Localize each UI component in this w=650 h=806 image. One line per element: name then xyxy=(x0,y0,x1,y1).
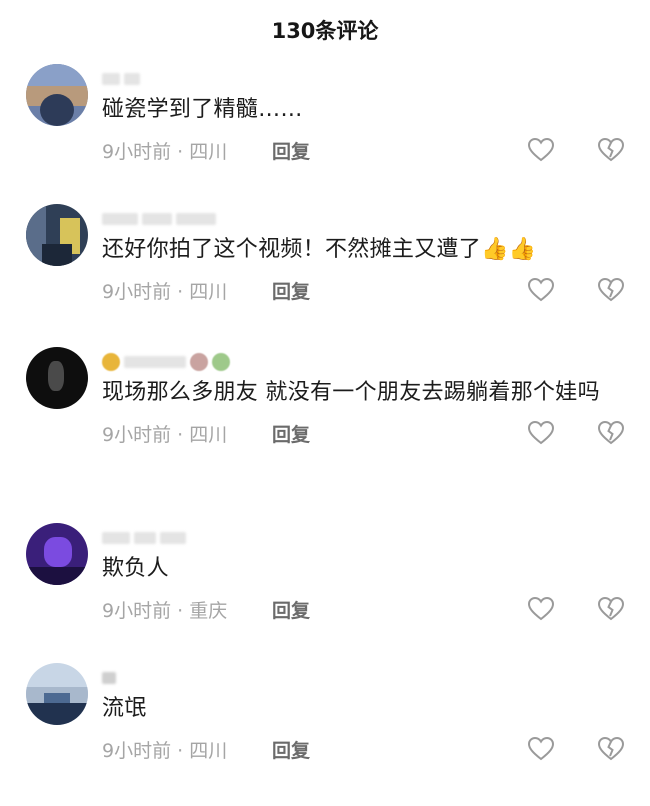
avatar[interactable] xyxy=(26,204,88,266)
reply-button[interactable]: 回复 xyxy=(272,596,310,623)
comment-text: 流氓 xyxy=(102,696,147,721)
dislike-broken-heart-icon[interactable] xyxy=(598,278,624,302)
comment-meta: 9小时前 · 重庆 回复 xyxy=(102,589,626,629)
avatar[interactable] xyxy=(26,663,88,725)
comment-count-title: 130条评论 xyxy=(271,19,379,43)
comment-text: 欺负人 xyxy=(102,556,169,581)
reply-button[interactable]: 回复 xyxy=(272,137,310,164)
username-blurred[interactable] xyxy=(102,62,626,90)
username-blurred[interactable] xyxy=(102,521,626,549)
dislike-broken-heart-icon[interactable] xyxy=(598,737,624,761)
dislike-broken-heart-icon[interactable] xyxy=(598,138,624,162)
avatar[interactable] xyxy=(26,347,88,409)
comment-time-location: 9小时前 · 四川 xyxy=(102,423,228,446)
like-heart-icon[interactable] xyxy=(528,597,554,621)
like-heart-icon[interactable] xyxy=(528,138,554,162)
username-blurred[interactable] xyxy=(102,345,626,373)
like-heart-icon[interactable] xyxy=(528,737,554,761)
dislike-broken-heart-icon[interactable] xyxy=(598,421,624,445)
comment-item: 碰瓷学到了精髓…… 9小时前 · 四川 回复 xyxy=(0,62,650,202)
username-blurred[interactable] xyxy=(102,202,626,230)
comment-time-location: 9小时前 · 四川 xyxy=(102,140,228,163)
comment-text: 现场那么多朋友 就没有一个朋友去踢躺着那个娃吗 xyxy=(102,380,600,405)
comment-meta: 9小时前 · 四川 回复 xyxy=(102,130,626,170)
avatar[interactable] xyxy=(26,523,88,585)
comment-meta: 9小时前 · 四川 回复 xyxy=(102,729,626,769)
comment-time-location: 9小时前 · 四川 xyxy=(102,739,228,762)
comments-header: 130条评论 xyxy=(0,0,650,62)
like-heart-icon[interactable] xyxy=(528,421,554,445)
avatar[interactable] xyxy=(26,64,88,126)
comment-time-location: 9小时前 · 四川 xyxy=(102,280,228,303)
username-blurred[interactable] xyxy=(102,661,626,689)
comment-time-location: 9小时前 · 重庆 xyxy=(102,599,228,622)
comment-item: 欺负人 9小时前 · 重庆 回复 xyxy=(0,521,650,661)
comment-item: 还好你拍了这个视频！不然摊主又遭了👍👍 9小时前 · 四川 回复 xyxy=(0,202,650,345)
thumbs-up-emoji: 👍👍 xyxy=(481,237,537,262)
reply-button[interactable]: 回复 xyxy=(272,736,310,763)
comment-meta: 9小时前 · 四川 回复 xyxy=(102,270,626,310)
comment-item: 现场那么多朋友 就没有一个朋友去踢躺着那个娃吗 9小时前 · 四川 回复 xyxy=(0,345,650,521)
dislike-broken-heart-icon[interactable] xyxy=(598,597,624,621)
comment-text: 还好你拍了这个视频！不然摊主又遭了👍👍 xyxy=(102,233,626,266)
like-heart-icon[interactable] xyxy=(528,278,554,302)
comment-meta: 9小时前 · 四川 回复 xyxy=(102,413,626,453)
comment-text: 碰瓷学到了精髓…… xyxy=(102,97,303,122)
reply-button[interactable]: 回复 xyxy=(272,277,310,304)
reply-button[interactable]: 回复 xyxy=(272,420,310,447)
comment-item: 流氓 9小时前 · 四川 回复 xyxy=(0,661,650,801)
